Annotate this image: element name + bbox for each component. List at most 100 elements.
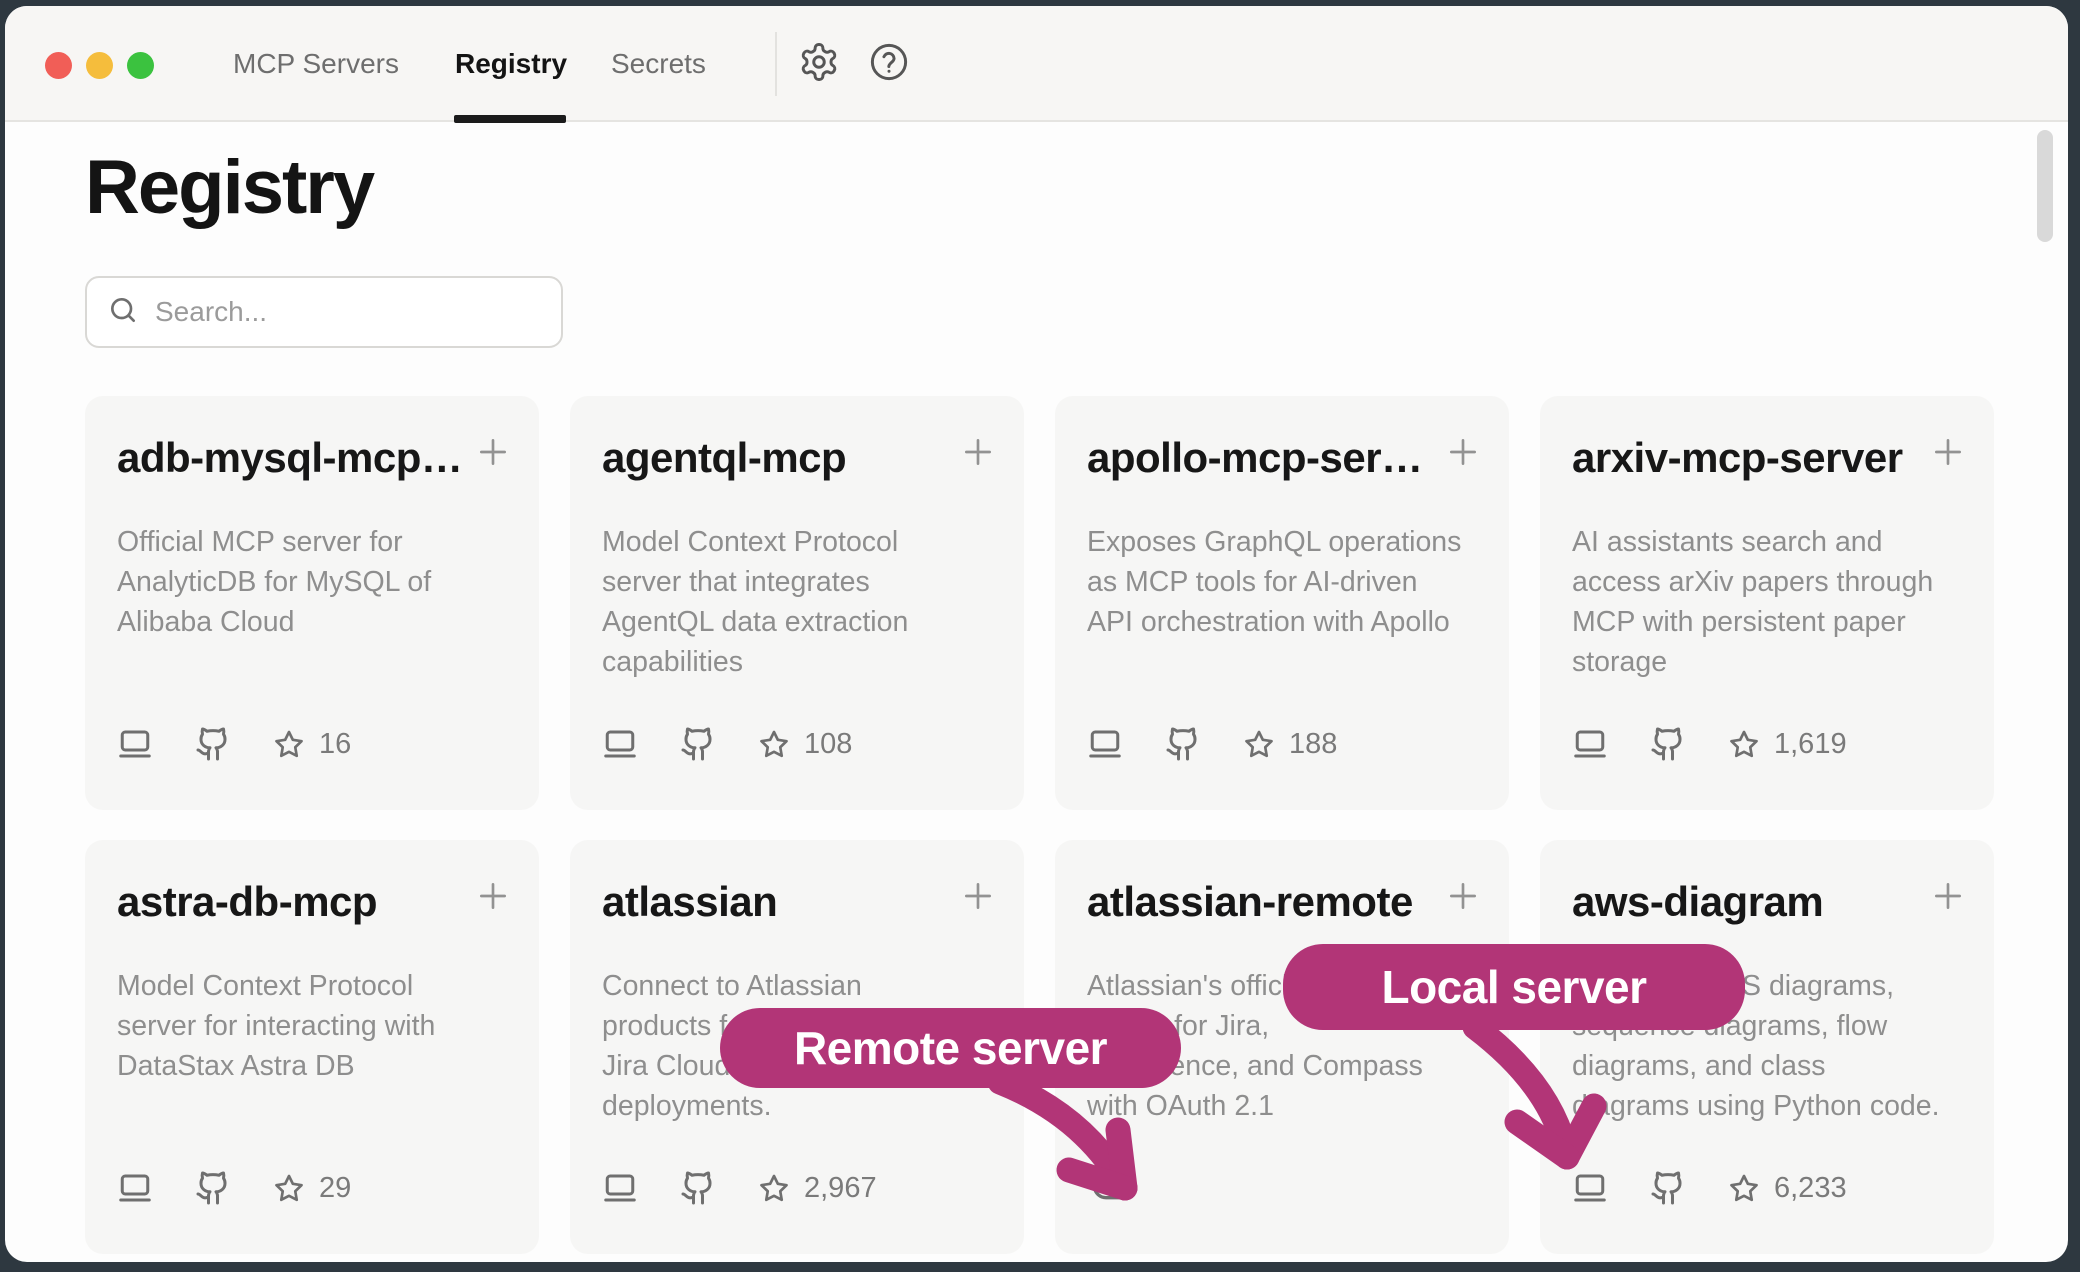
github-icon[interactable]: [195, 1170, 231, 1206]
card-description: Atlassian's official MCPserver for Jira,…: [1087, 966, 1477, 1126]
card-description: Generate AWS diagrams,sequence diagrams,…: [1572, 966, 1962, 1126]
tab-mcp-servers[interactable]: MCP Servers: [233, 6, 399, 122]
add-server-button[interactable]: [1926, 874, 1970, 918]
add-server-button[interactable]: [1926, 430, 1970, 474]
star-icon: [273, 728, 305, 760]
titlebar: MCP Servers Registry Secrets: [5, 6, 2068, 122]
close-window-button[interactable]: [45, 52, 72, 79]
add-server-button[interactable]: [1441, 430, 1485, 474]
star-count: 2,967: [804, 1172, 877, 1205]
github-icon[interactable]: [1650, 726, 1686, 762]
card-title: atlassian-remote: [1087, 878, 1447, 926]
laptop-icon: [1572, 1170, 1608, 1206]
scrollbar-thumb[interactable]: [2037, 130, 2053, 242]
plus-icon: [1928, 432, 1968, 472]
star-count: 16: [319, 728, 351, 761]
server-card: atlassian-remote Atlassian's official MCP…: [1055, 840, 1509, 1254]
star-icon: [758, 728, 790, 760]
server-card-grid: adb-mysql-mcp… Official MCP server forAna…: [85, 396, 1994, 1254]
help-icon: [868, 41, 910, 88]
app-window: MCP Servers Registry Secrets Registry: [5, 6, 2068, 1262]
card-title: agentql-mcp: [602, 434, 962, 482]
search-icon: [107, 294, 139, 331]
card-footer: 29: [117, 1170, 351, 1206]
server-card: aws-diagram Generate AWS diagrams,sequenc…: [1540, 840, 1994, 1254]
card-description: AI assistants search andaccess arXiv pap…: [1572, 522, 1962, 682]
add-server-button[interactable]: [471, 874, 515, 918]
star-count: 108: [804, 728, 852, 761]
server-card: astra-db-mcp Model Context Protocolserver…: [85, 840, 539, 1254]
star-rating: 108: [758, 728, 852, 761]
card-title: adb-mysql-mcp…: [117, 434, 477, 482]
star-rating: 2,967: [758, 1172, 877, 1205]
add-server-button[interactable]: [956, 430, 1000, 474]
star-count: 29: [319, 1172, 351, 1205]
plus-icon: [958, 876, 998, 916]
tab-secrets[interactable]: Secrets: [611, 6, 706, 122]
plus-icon: [1443, 876, 1483, 916]
plus-icon: [1928, 876, 1968, 916]
server-card: atlassian Connect to Atlassianproducts fo…: [570, 840, 1024, 1254]
github-icon[interactable]: [1650, 1170, 1686, 1206]
toolbar-divider: [775, 32, 777, 96]
star-rating: 6,233: [1728, 1172, 1847, 1205]
card-title: astra-db-mcp: [117, 878, 477, 926]
plus-icon: [473, 876, 513, 916]
card-title: atlassian: [602, 878, 962, 926]
card-description: Official MCP server forAnalyticDB for My…: [117, 522, 507, 642]
server-card: arxiv-mcp-serverAI assistants search and…: [1540, 396, 1994, 810]
add-server-button[interactable]: [956, 874, 1000, 918]
active-tab-underline: [454, 115, 566, 123]
github-icon[interactable]: [195, 726, 231, 762]
card-footer: 108: [602, 726, 852, 762]
server-card: agentql-mcp Model Context Protocolserver …: [570, 396, 1024, 810]
server-card: adb-mysql-mcp… Official MCP server forAna…: [85, 396, 539, 810]
star-rating: 16: [273, 728, 351, 761]
zoom-window-button[interactable]: [127, 52, 154, 79]
card-footer: 1,619: [1572, 726, 1847, 762]
github-icon[interactable]: [680, 726, 716, 762]
server-card: apollo-mcp-ser… Exposes GraphQL operation…: [1055, 396, 1509, 810]
laptop-icon: [117, 726, 153, 762]
plus-icon: [1443, 432, 1483, 472]
add-server-button[interactable]: [471, 430, 515, 474]
tab-registry[interactable]: Registry: [455, 6, 567, 122]
star-count: 6,233: [1774, 1172, 1847, 1205]
star-count: 1,619: [1774, 728, 1847, 761]
settings-button[interactable]: [798, 43, 840, 85]
star-icon: [1243, 728, 1275, 760]
card-footer: 16: [117, 726, 351, 762]
star-rating: 1,619: [1728, 728, 1847, 761]
github-icon[interactable]: [1165, 726, 1201, 762]
laptop-icon: [1572, 726, 1608, 762]
card-description: Exposes GraphQL operationsas MCP tools f…: [1087, 522, 1477, 642]
search-input[interactable]: [155, 296, 541, 328]
star-icon: [273, 1172, 305, 1204]
laptop-icon: [1087, 726, 1123, 762]
card-footer: 2,967: [602, 1170, 877, 1206]
card-footer: 188: [1087, 726, 1337, 762]
card-title: aws-diagram: [1572, 878, 1932, 926]
star-count: 188: [1289, 728, 1337, 761]
card-footer: 6,233: [1572, 1170, 1847, 1206]
card-description: Model Context Protocolserver for interac…: [117, 966, 507, 1086]
laptop-icon: [602, 726, 638, 762]
star-rating: 29: [273, 1172, 351, 1205]
laptop-icon: [117, 1170, 153, 1206]
plus-icon: [958, 432, 998, 472]
card-description: Model Context Protocolserver that integr…: [602, 522, 992, 682]
add-server-button[interactable]: [1441, 874, 1485, 918]
card-title: apollo-mcp-ser…: [1087, 434, 1447, 482]
page-title: Registry: [85, 146, 373, 230]
card-description: Connect to Atlassianproducts for Conflue…: [602, 966, 992, 1126]
cloud-icon: [1087, 1166, 1135, 1206]
laptop-icon: [602, 1170, 638, 1206]
help-button[interactable]: [868, 43, 910, 85]
star-icon: [1728, 728, 1760, 760]
github-icon[interactable]: [680, 1170, 716, 1206]
minimize-window-button[interactable]: [86, 52, 113, 79]
search-box[interactable]: [85, 276, 563, 348]
card-footer: [1087, 1166, 1135, 1206]
gear-icon: [798, 41, 840, 88]
star-icon: [758, 1172, 790, 1204]
